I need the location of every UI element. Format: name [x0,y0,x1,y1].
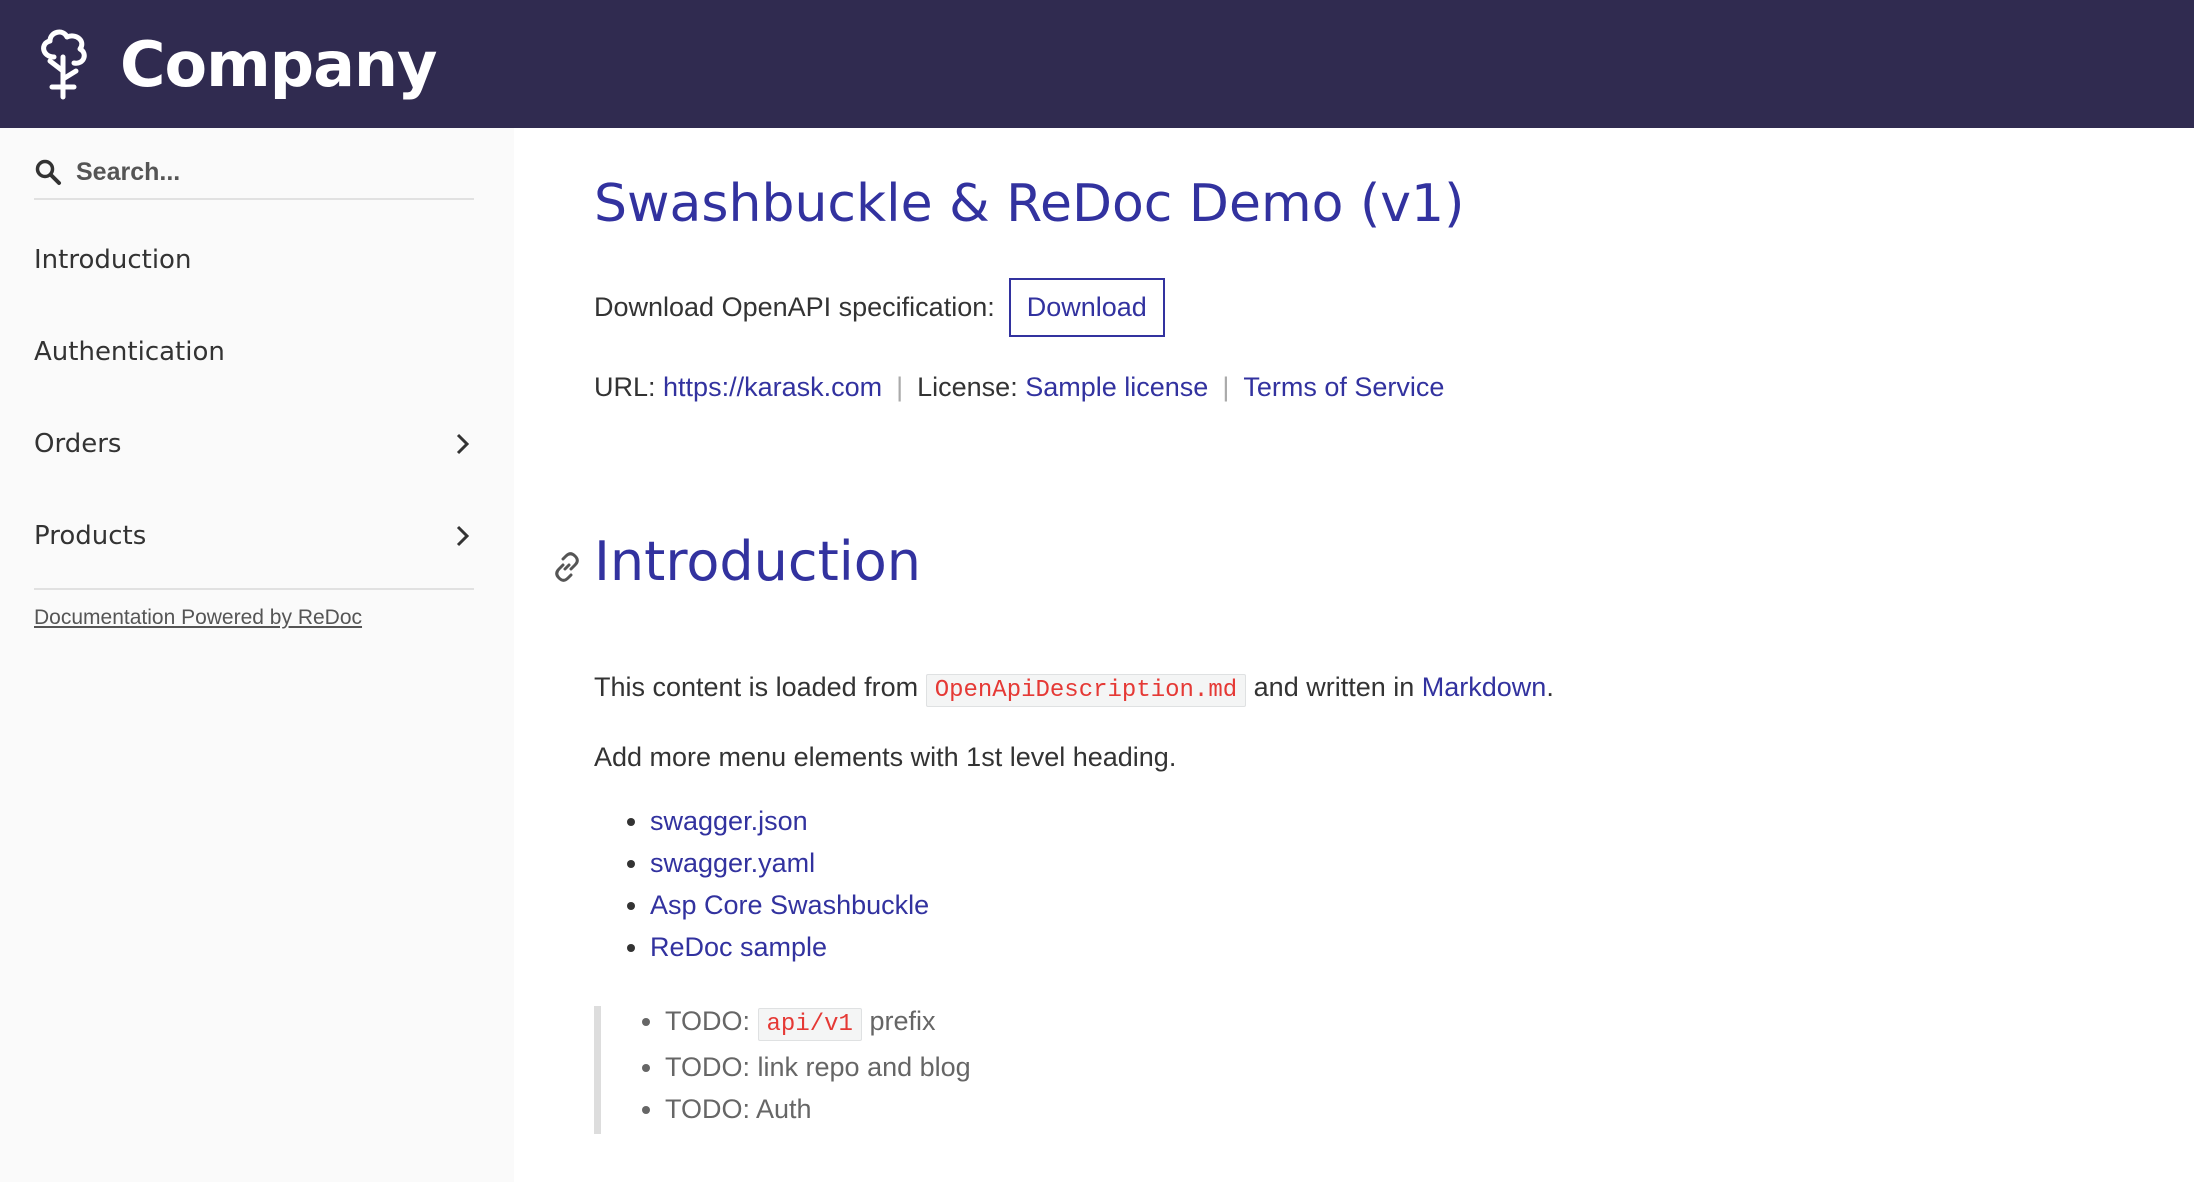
download-button[interactable]: Download [1008,278,1165,337]
search-box [34,146,474,200]
section-title-introduction: Introduction [594,530,922,593]
license-label: License: [917,372,1018,402]
api-info-row: URL: https://karask.com | License: Sample … [594,372,1444,403]
sidebar-item-orders[interactable]: Orders [0,398,514,490]
download-row: Download OpenAPI specification: Download [594,278,1165,337]
download-label: Download OpenAPI specification: [594,292,995,322]
todo-item: TODO: Auth [665,1088,1194,1130]
sidebar-item-products[interactable]: Products [0,490,514,582]
swagger-json-link[interactable]: swagger.json [650,806,808,836]
chevron-right-icon [456,525,470,547]
license-link[interactable]: Sample license [1025,372,1208,402]
list-item: Asp Core Swashbuckle [650,884,929,926]
list-item: swagger.json [650,800,929,842]
todo-item: TODO: api/v1 prefix [665,1000,1194,1046]
sidebar-item-label: Orders [34,429,122,459]
sidebar-item-authentication[interactable]: Authentication [0,306,514,398]
tree-logo-icon[interactable] [34,27,92,101]
search-input[interactable] [74,156,454,188]
markdown-link[interactable]: Markdown [1422,672,1547,702]
sidebar-item-label: Authentication [34,337,225,367]
menu-paragraph: Add more menu elements with 1st level he… [594,742,1177,772]
intro-paragraph: This content is loaded from OpenApiDescr… [594,672,1554,707]
sidebar-item-label: Introduction [34,245,192,275]
chevron-right-icon [456,433,470,455]
powered-by-redoc-link[interactable]: Documentation Powered by ReDoc [34,606,362,630]
sidebar-item-label: Products [34,521,147,551]
para-text: . [1546,672,1554,702]
todo-item: TODO: link repo and blog [665,1046,1194,1088]
todo-text: TODO: [665,1006,751,1036]
todo-text: prefix [869,1006,936,1036]
api-title: Swashbuckle & ReDoc Demo (v1) [594,174,1465,234]
sidebar-divider [34,588,474,590]
company-name: Company [120,27,437,101]
main-content: Swashbuckle & ReDoc Demo (v1) Download O… [514,128,2194,1182]
terms-of-service-link[interactable]: Terms of Service [1243,372,1444,402]
list-item: swagger.yaml [650,842,929,884]
sidebar-item-introduction[interactable]: Introduction [0,214,514,306]
todo-blockquote: TODO: api/v1 prefix TODO: link repo and … [594,1006,1194,1134]
url-link[interactable]: https://karask.com [663,372,882,402]
sidebar: Introduction Authentication Orders Produ… [0,128,514,1182]
inline-code: api/v1 [757,1008,862,1041]
redoc-sample-link[interactable]: ReDoc sample [650,932,827,962]
url-label: URL: [594,372,656,402]
para-text: and written in [1253,672,1415,702]
inline-code: OpenApiDescription.md [925,674,1247,707]
asp-core-swashbuckle-link[interactable]: Asp Core Swashbuckle [650,890,929,920]
link-icon[interactable] [552,552,582,582]
top-bar: Company [0,0,2194,128]
search-icon [35,159,61,185]
links-list: swagger.json swagger.yaml Asp Core Swash… [594,800,929,968]
list-item: ReDoc sample [650,926,929,968]
swagger-yaml-link[interactable]: swagger.yaml [650,848,815,878]
todo-list: TODO: api/v1 prefix TODO: link repo and … [601,1000,1194,1130]
separator: | [1222,372,1230,402]
sidebar-menu: Introduction Authentication Orders Produ… [0,214,514,582]
para-text: This content is loaded from [594,672,919,702]
separator: | [896,372,904,402]
